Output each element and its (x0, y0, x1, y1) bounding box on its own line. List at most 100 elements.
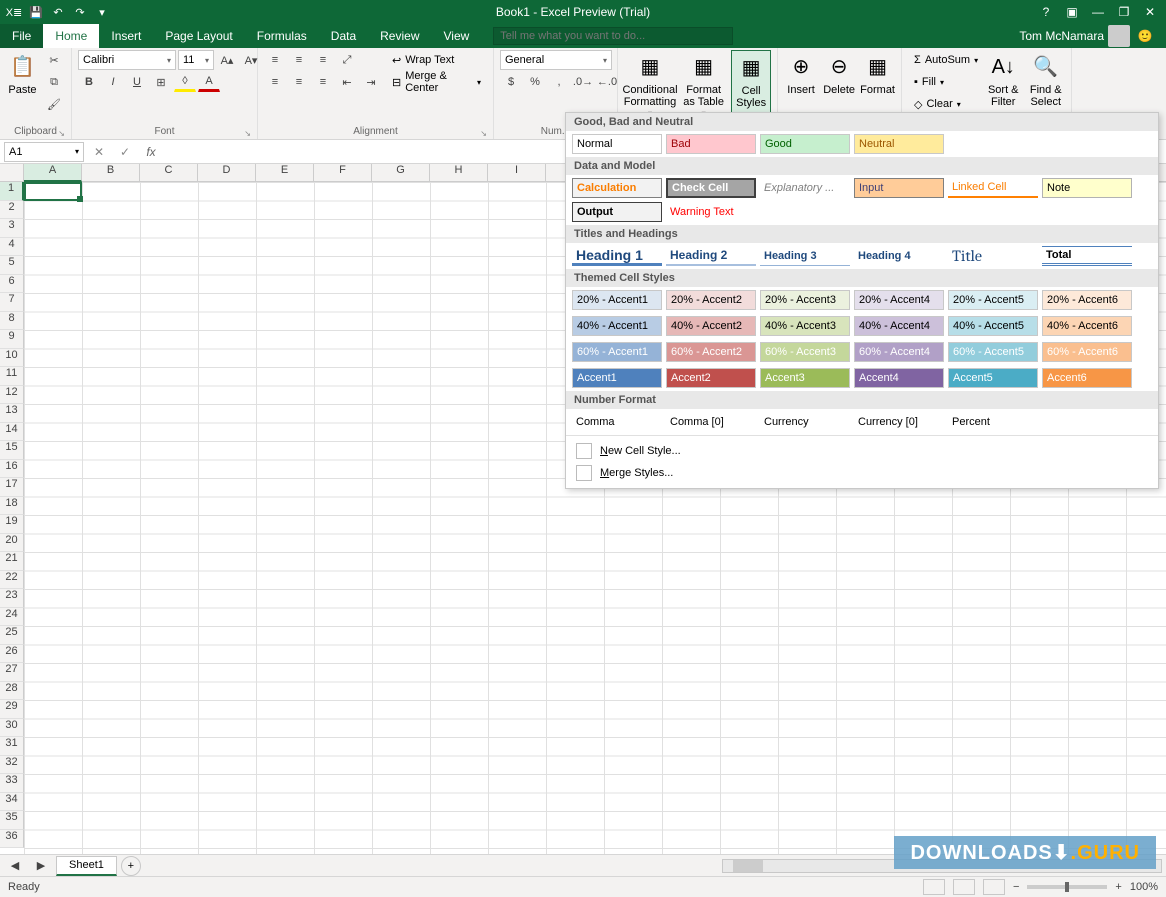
row-header[interactable]: 24 (0, 608, 24, 627)
undo-icon[interactable]: ↶ (48, 3, 68, 21)
row-header[interactable]: 20 (0, 534, 24, 553)
format-painter-icon[interactable]: 🖌 (43, 94, 65, 114)
tab-formulas[interactable]: Formulas (245, 24, 319, 48)
launcher-icon[interactable]: ↘ (244, 129, 251, 138)
style-heading-1[interactable]: Heading 1 (572, 246, 662, 266)
font-name-combo[interactable]: Calibri▾ (78, 50, 176, 70)
sheet-nav-next-icon[interactable]: ▶ (30, 856, 52, 876)
column-header[interactable]: C (140, 164, 198, 182)
merge-center-button[interactable]: ⊟Merge & Center▾ (386, 72, 487, 92)
row-header[interactable]: 31 (0, 737, 24, 756)
row-header[interactable]: 23 (0, 589, 24, 608)
zoom-level[interactable]: 100% (1130, 881, 1158, 893)
column-header[interactable]: G (372, 164, 430, 182)
style-number-format[interactable]: Currency [0] (854, 412, 944, 432)
row-header[interactable]: 30 (0, 719, 24, 738)
find-select-button[interactable]: 🔍Find & Select (1027, 50, 1066, 108)
row-header[interactable]: 27 (0, 663, 24, 682)
row-header[interactable]: 7 (0, 293, 24, 312)
row-header[interactable]: 8 (0, 312, 24, 331)
align-center-icon[interactable]: ≡ (288, 72, 310, 92)
fx-icon[interactable]: fx (140, 142, 162, 162)
style-explanatory[interactable]: Explanatory ... (760, 178, 850, 198)
tab-insert[interactable]: Insert (99, 24, 153, 48)
style-number-format[interactable]: Comma [0] (666, 412, 756, 432)
font-size-combo[interactable]: 11▾ (178, 50, 214, 70)
style-accent[interactable]: Accent3 (760, 368, 850, 388)
currency-icon[interactable]: $ (500, 72, 522, 92)
border-icon[interactable]: ⊞ (150, 72, 172, 92)
page-break-view-icon[interactable] (983, 879, 1005, 895)
italic-button[interactable]: I (102, 72, 124, 92)
row-header[interactable]: 33 (0, 774, 24, 793)
launcher-icon[interactable]: ↘ (480, 129, 487, 138)
style-heading-4[interactable]: Heading 4 (854, 246, 944, 266)
style-accent[interactable]: Accent1 (572, 368, 662, 388)
style-calculation[interactable]: Calculation (572, 178, 662, 198)
maximize-icon[interactable]: ❐ (1112, 3, 1136, 21)
style-accent-60[interactable]: 60% - Accent1 (572, 342, 662, 362)
row-header[interactable]: 5 (0, 256, 24, 275)
add-sheet-button[interactable]: + (121, 856, 141, 876)
row-header[interactable]: 35 (0, 811, 24, 830)
sort-filter-button[interactable]: A↓Sort & Filter (984, 50, 1023, 108)
increase-decimal-icon[interactable]: .0→ (572, 72, 594, 92)
select-all-button[interactable] (0, 164, 24, 182)
launcher-icon[interactable]: ↘ (58, 129, 65, 138)
column-header[interactable]: I (488, 164, 546, 182)
copy-icon[interactable]: ⧉ (43, 72, 65, 92)
row-header[interactable]: 3 (0, 219, 24, 238)
style-good[interactable]: Good (760, 134, 850, 154)
style-accent-40[interactable]: 40% - Accent3 (760, 316, 850, 336)
style-accent-40[interactable]: 40% - Accent1 (572, 316, 662, 336)
format-as-table-button[interactable]: ▦Format as Table▾ (680, 50, 727, 119)
font-color-icon[interactable]: A (198, 72, 220, 92)
style-neutral[interactable]: Neutral (854, 134, 944, 154)
avatar[interactable] (1108, 25, 1130, 47)
delete-cells-button[interactable]: ⊖Delete (822, 50, 856, 96)
style-accent-20[interactable]: 20% - Accent2 (666, 290, 756, 310)
row-header[interactable]: 6 (0, 275, 24, 294)
help-icon[interactable]: ? (1034, 3, 1058, 21)
style-warning-text[interactable]: Warning Text (666, 202, 756, 222)
tab-review[interactable]: Review (368, 24, 431, 48)
number-format-combo[interactable]: General▾ (500, 50, 612, 70)
style-accent-60[interactable]: 60% - Accent3 (760, 342, 850, 362)
row-header[interactable]: 26 (0, 645, 24, 664)
zoom-slider[interactable] (1027, 885, 1107, 889)
style-title[interactable]: Title (948, 246, 1038, 266)
style-input[interactable]: Input (854, 178, 944, 198)
row-header[interactable]: 13 (0, 404, 24, 423)
orientation-icon[interactable]: ⤢ (336, 50, 358, 70)
tell-me-box[interactable] (493, 24, 733, 48)
percent-icon[interactable]: % (524, 72, 546, 92)
style-accent-20[interactable]: 20% - Accent6 (1042, 290, 1132, 310)
tab-data[interactable]: Data (319, 24, 368, 48)
increase-indent-icon[interactable]: ⇥ (360, 72, 382, 92)
style-accent-60[interactable]: 60% - Accent4 (854, 342, 944, 362)
align-top-icon[interactable]: ≡ (264, 50, 286, 70)
row-header[interactable]: 25 (0, 626, 24, 645)
bold-button[interactable]: B (78, 72, 100, 92)
tab-home[interactable]: Home (43, 24, 99, 48)
row-header[interactable]: 1 (0, 182, 24, 201)
fill-color-icon[interactable]: ◊ (174, 72, 196, 92)
style-accent[interactable]: Accent5 (948, 368, 1038, 388)
row-header[interactable]: 4 (0, 238, 24, 257)
sheet-tab[interactable]: Sheet1 (56, 856, 117, 876)
style-accent-20[interactable]: 20% - Accent4 (854, 290, 944, 310)
row-header[interactable]: 19 (0, 515, 24, 534)
style-accent-40[interactable]: 40% - Accent6 (1042, 316, 1132, 336)
row-header[interactable]: 14 (0, 423, 24, 442)
user-area[interactable]: Tom McNamara 🙂 (1009, 24, 1166, 48)
ribbon-display-icon[interactable]: ▣ (1060, 3, 1084, 21)
row-header[interactable]: 16 (0, 460, 24, 479)
clear-button[interactable]: ◇Clear▾ (908, 94, 980, 114)
insert-cells-button[interactable]: ⊕Insert (784, 50, 818, 96)
style-accent-40[interactable]: 40% - Accent5 (948, 316, 1038, 336)
paste-button[interactable]: 📋 Paste (6, 50, 39, 96)
style-accent-60[interactable]: 60% - Accent6 (1042, 342, 1132, 362)
page-layout-view-icon[interactable] (953, 879, 975, 895)
style-check-cell[interactable]: Check Cell (666, 178, 756, 198)
align-middle-icon[interactable]: ≡ (288, 50, 310, 70)
